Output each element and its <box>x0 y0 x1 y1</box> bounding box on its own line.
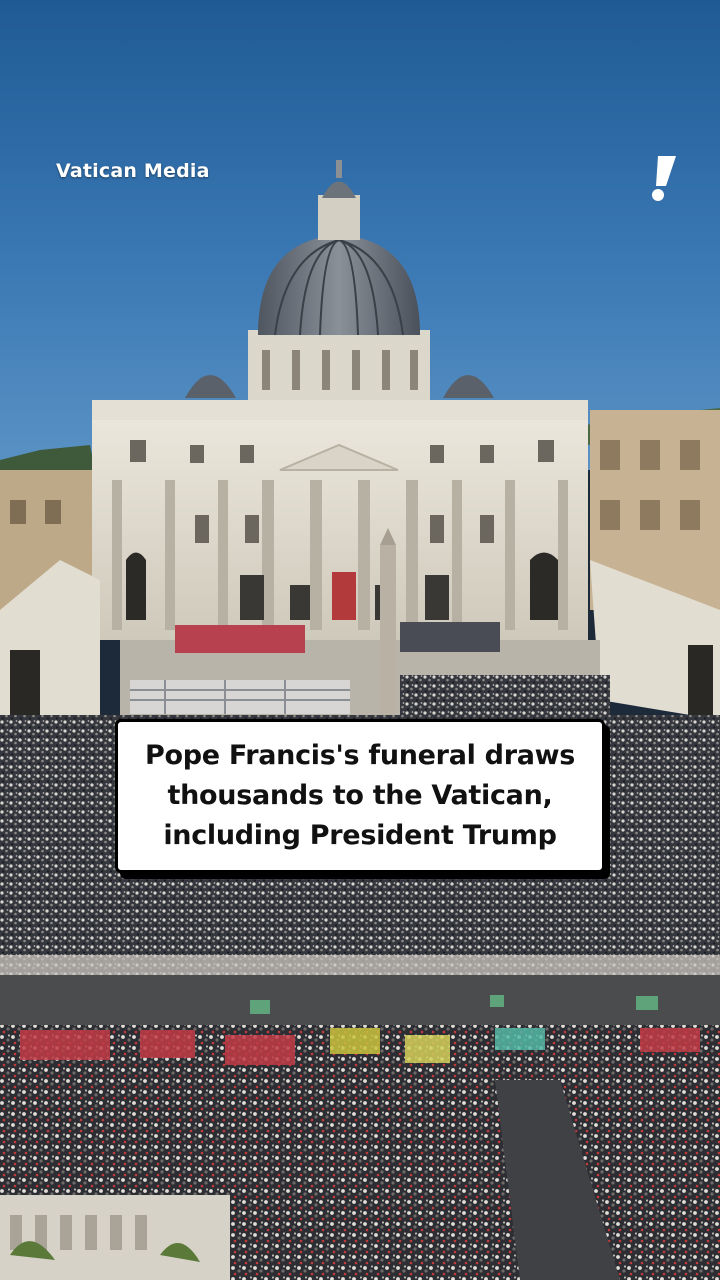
exclamation-mark-logo-icon <box>652 156 676 201</box>
aerial-photo-st-peters-square <box>0 0 720 1280</box>
source-credit: Vatican Media <box>56 160 210 182</box>
headline-caption-box: Pope Francis's funeral draws thousands t… <box>115 719 605 873</box>
headline-caption-text: Pope Francis's funeral draws thousands t… <box>144 740 576 851</box>
video-frame: Vatican Media Pope Francis's funeral dra… <box>0 0 720 1280</box>
